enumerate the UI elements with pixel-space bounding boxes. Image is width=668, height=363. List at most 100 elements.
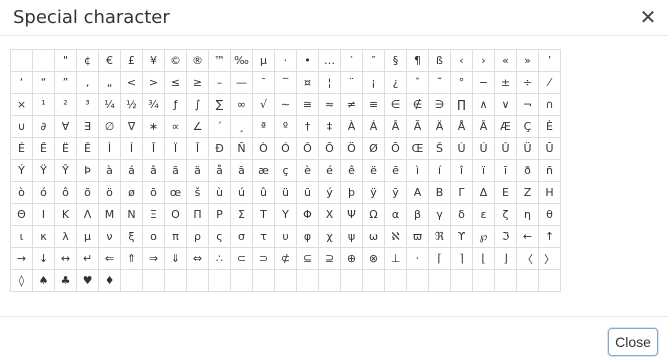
character-cell[interactable]: € bbox=[98, 49, 121, 72]
character-cell[interactable]: Á bbox=[362, 115, 385, 138]
character-cell[interactable]: ≥ bbox=[186, 71, 209, 94]
character-cell[interactable]: å bbox=[208, 159, 231, 182]
character-cell[interactable]: ¾ bbox=[142, 93, 165, 116]
character-cell[interactable]: … bbox=[318, 49, 341, 72]
character-cell[interactable]: ℵ bbox=[384, 225, 407, 248]
character-cell[interactable]: ≅ bbox=[296, 93, 319, 116]
character-cell[interactable]: ⌋ bbox=[494, 247, 517, 270]
character-cell[interactable]: ⇒ bbox=[142, 247, 165, 270]
character-cell[interactable]: Δ bbox=[472, 181, 495, 204]
character-cell[interactable]: 〉 bbox=[538, 247, 561, 270]
character-cell[interactable]: Ā bbox=[472, 115, 495, 138]
character-cell[interactable]: φ bbox=[296, 225, 319, 248]
character-cell[interactable]: ↓ bbox=[32, 247, 55, 270]
character-cell[interactable]: > bbox=[142, 71, 165, 94]
character-cell[interactable]: ’ bbox=[538, 49, 561, 72]
character-cell[interactable]: ª bbox=[252, 115, 275, 138]
character-cell[interactable]: ′ bbox=[340, 49, 363, 72]
character-cell[interactable]: ¡ bbox=[362, 71, 385, 94]
character-cell[interactable]: Θ bbox=[10, 203, 33, 226]
character-cell[interactable]: ♣ bbox=[54, 269, 77, 292]
character-cell[interactable]: Χ bbox=[318, 203, 341, 226]
character-cell[interactable]: Ē bbox=[76, 137, 99, 160]
character-cell[interactable]: Ì bbox=[98, 137, 121, 160]
character-cell[interactable]: Λ bbox=[76, 203, 99, 226]
character-cell[interactable]: µ bbox=[252, 49, 275, 72]
character-cell[interactable]: À bbox=[340, 115, 363, 138]
character-cell[interactable]: α bbox=[384, 203, 407, 226]
character-cell[interactable]: ⊃ bbox=[252, 247, 275, 270]
character-cell[interactable]: Γ bbox=[450, 181, 473, 204]
character-cell[interactable]: ´ bbox=[208, 115, 231, 138]
character-cell[interactable]: ì bbox=[406, 159, 429, 182]
character-cell[interactable]: ” bbox=[54, 71, 77, 94]
character-cell[interactable]: ˆ bbox=[406, 71, 429, 94]
character-cell[interactable]: ý bbox=[318, 181, 341, 204]
character-cell[interactable]: © bbox=[164, 49, 187, 72]
character-cell[interactable]: ⊆ bbox=[296, 247, 319, 270]
character-cell[interactable]: ξ bbox=[120, 225, 143, 248]
character-cell[interactable]: ″ bbox=[362, 49, 385, 72]
character-cell[interactable]: ã bbox=[164, 159, 187, 182]
character-cell[interactable]: ⇐ bbox=[98, 247, 121, 270]
character-cell[interactable]: ∑ bbox=[208, 93, 231, 116]
character-cell[interactable]: Ú bbox=[472, 137, 495, 160]
character-cell[interactable]: Õ bbox=[318, 137, 341, 160]
character-cell[interactable]: ü bbox=[274, 181, 297, 204]
character-cell[interactable]: ∇ bbox=[120, 115, 143, 138]
character-cell[interactable]: Ø bbox=[362, 137, 385, 160]
character-cell[interactable]: ¬ bbox=[516, 93, 539, 116]
character-cell[interactable]: ó bbox=[32, 181, 55, 204]
character-cell[interactable]: › bbox=[472, 49, 495, 72]
character-cell[interactable]: Ä bbox=[428, 115, 451, 138]
character-cell[interactable]: Ι bbox=[32, 203, 55, 226]
character-cell[interactable]: Ο bbox=[164, 203, 187, 226]
character-cell[interactable]: Φ bbox=[296, 203, 319, 226]
character-cell[interactable]: ∉ bbox=[406, 93, 429, 116]
character-cell[interactable]: ÿ bbox=[362, 181, 385, 204]
character-cell[interactable]: Ñ bbox=[230, 137, 253, 160]
character-cell[interactable]: ℘ bbox=[472, 225, 495, 248]
character-cell[interactable]: ♠ bbox=[32, 269, 55, 292]
character-cell[interactable]: Ô bbox=[296, 137, 319, 160]
character-cell[interactable]: Ã bbox=[406, 115, 429, 138]
character-cell[interactable]: Â bbox=[384, 115, 407, 138]
character-cell[interactable]: θ bbox=[538, 203, 561, 226]
close-button[interactable]: Close bbox=[608, 328, 658, 356]
character-cell[interactable]: Η bbox=[538, 181, 561, 204]
character-cell[interactable]: Μ bbox=[98, 203, 121, 226]
character-cell[interactable]: Κ bbox=[54, 203, 77, 226]
close-icon[interactable]: ✕ bbox=[638, 6, 658, 28]
character-cell[interactable]: ⌉ bbox=[450, 247, 473, 270]
character-cell[interactable]: « bbox=[494, 49, 517, 72]
character-cell[interactable]: Š bbox=[428, 137, 451, 160]
character-cell[interactable]: ô bbox=[54, 181, 77, 204]
character-cell[interactable]: ⊄ bbox=[274, 247, 297, 270]
character-cell[interactable]: Ζ bbox=[516, 181, 539, 204]
character-cell[interactable]: â bbox=[142, 159, 165, 182]
character-cell[interactable]: ¥ bbox=[142, 49, 165, 72]
character-cell[interactable]: λ bbox=[54, 225, 77, 248]
character-cell[interactable]: í bbox=[428, 159, 451, 182]
character-cell[interactable]: Å bbox=[450, 115, 473, 138]
character-cell[interactable]: † bbox=[296, 115, 319, 138]
character-cell[interactable]: ± bbox=[494, 71, 517, 94]
character-cell[interactable]: Ó bbox=[274, 137, 297, 160]
character-cell[interactable]: ϒ bbox=[450, 225, 473, 248]
character-cell[interactable]: œ bbox=[164, 181, 187, 204]
character-cell[interactable]: ù bbox=[208, 181, 231, 204]
character-cell[interactable]: ε bbox=[472, 203, 495, 226]
character-cell[interactable]: Ξ bbox=[142, 203, 165, 226]
character-cell[interactable]: ¨ bbox=[340, 71, 363, 94]
character-cell[interactable]: ū bbox=[296, 181, 319, 204]
character-cell[interactable]: “ bbox=[32, 71, 55, 94]
character-cell[interactable]: Ò bbox=[252, 137, 275, 160]
character-cell[interactable]: ∋ bbox=[428, 93, 451, 116]
character-cell[interactable]: Ω bbox=[362, 203, 385, 226]
character-cell[interactable]: £ bbox=[120, 49, 143, 72]
character-cell[interactable]: ¿ bbox=[384, 71, 407, 94]
character-cell[interactable]: Ε bbox=[494, 181, 517, 204]
character-cell[interactable]: ¢ bbox=[76, 49, 99, 72]
character-cell[interactable]: ϖ bbox=[406, 225, 429, 248]
character-cell[interactable]: χ bbox=[318, 225, 341, 248]
